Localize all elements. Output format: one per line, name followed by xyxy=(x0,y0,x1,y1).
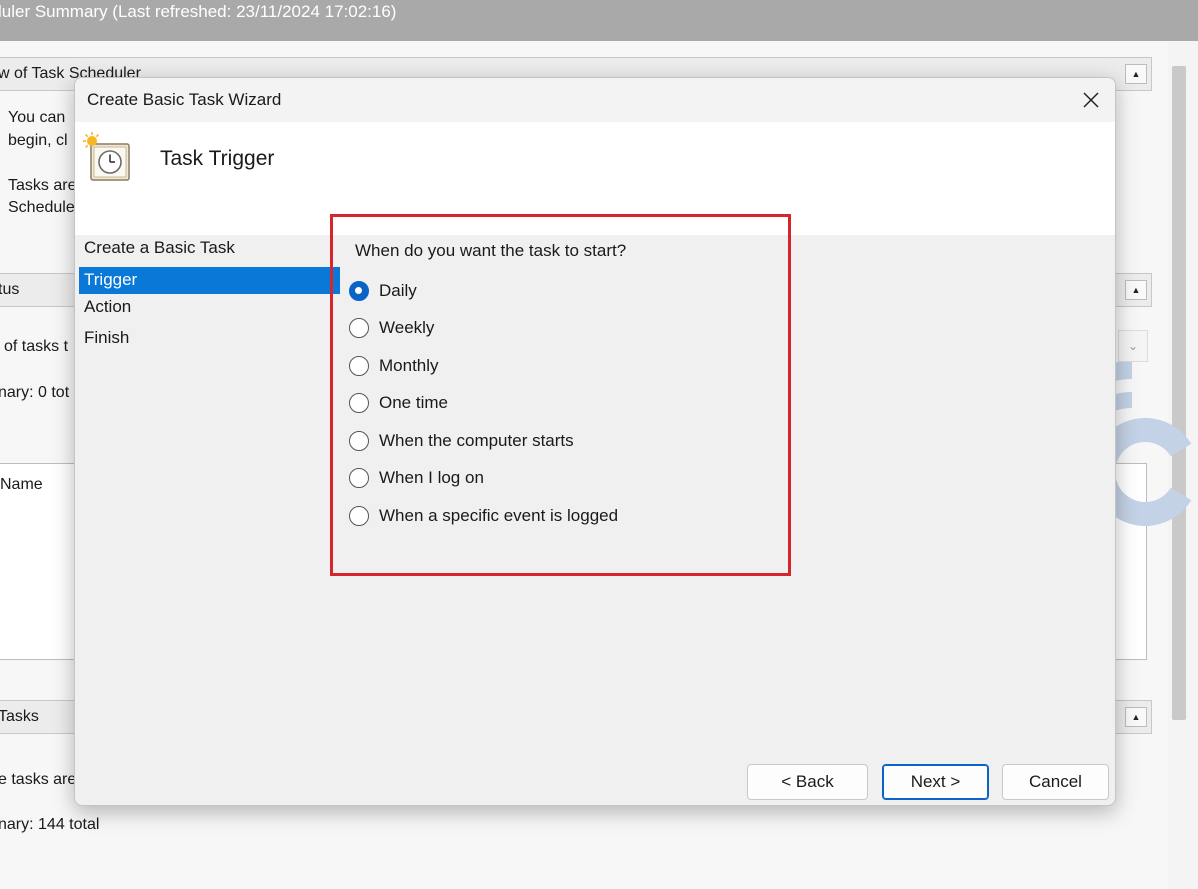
collapse-status-button[interactable]: ▲ xyxy=(1125,280,1147,300)
dialog-titlebar[interactable]: Create Basic Task Wizard xyxy=(75,78,1115,122)
overview-text-line: begin, cl xyxy=(8,132,68,149)
radio-button[interactable] xyxy=(349,431,369,451)
wizard-page-heading: Task Trigger xyxy=(160,147,275,170)
trigger-option-label: Weekly xyxy=(379,318,435,337)
overview-text-line: Tasks are xyxy=(8,177,77,194)
wizard-step-trigger[interactable]: Trigger xyxy=(79,266,340,294)
overview-text-line: Schedule xyxy=(8,199,75,216)
dialog-title: Create Basic Task Wizard xyxy=(87,90,282,109)
overview-text-line: You can xyxy=(8,109,66,126)
active-tasks-text-line: e tasks are xyxy=(0,771,77,788)
trigger-option-log-on[interactable]: When I log on xyxy=(349,465,484,491)
radio-button[interactable] xyxy=(349,318,369,338)
trigger-option-daily[interactable]: Daily xyxy=(349,278,417,304)
trigger-option-label: One time xyxy=(379,393,448,412)
wizard-step-create-basic-task[interactable]: Create a Basic Task xyxy=(79,235,340,267)
trigger-option-label: When I log on xyxy=(379,468,484,487)
status-text-line: of tasks t xyxy=(4,338,69,355)
wizard-step-finish[interactable]: Finish xyxy=(79,325,340,357)
collapse-overview-button[interactable]: ▲ xyxy=(1125,64,1147,84)
close-icon xyxy=(1083,92,1099,108)
radio-button[interactable] xyxy=(349,356,369,376)
wizard-step-action[interactable]: Action xyxy=(79,294,340,326)
trigger-option-monthly[interactable]: Monthly xyxy=(349,353,439,379)
create-basic-task-wizard-dialog: Create Basic Task Wizard Task Trigger Cr… xyxy=(74,77,1116,806)
status-period-dropdown[interactable]: ⌄ xyxy=(1118,330,1148,362)
trigger-option-label: Monthly xyxy=(379,356,439,375)
status-text-line: nary: 0 tot xyxy=(0,384,70,401)
trigger-option-weekly[interactable]: Weekly xyxy=(349,315,434,341)
trigger-option-computer-starts[interactable]: When the computer starts xyxy=(349,428,574,454)
radio-button[interactable] xyxy=(349,468,369,488)
radio-button-checked[interactable] xyxy=(349,281,369,301)
task-scheduler-clock-icon xyxy=(83,132,130,181)
radio-button[interactable] xyxy=(349,393,369,413)
trigger-option-label: When the computer starts xyxy=(379,431,574,450)
trigger-option-label: When a specific event is logged xyxy=(379,506,619,525)
background-window-title: luler Summary (Last refreshed: 23/11/202… xyxy=(0,2,397,21)
trigger-option-label: Daily xyxy=(379,281,417,300)
next-button[interactable]: Next > xyxy=(882,764,989,800)
name-column-header[interactable]: Name xyxy=(0,476,43,494)
wizard-steps-list: Create a Basic Task Trigger Action Finis… xyxy=(79,235,340,357)
back-button[interactable]: < Back xyxy=(747,764,868,800)
status-section-title: tus xyxy=(0,281,20,298)
trigger-option-one-time[interactable]: One time xyxy=(349,390,448,416)
cancel-button[interactable]: Cancel xyxy=(1002,764,1109,800)
active-tasks-text-line: nary: 144 total xyxy=(0,816,100,833)
active-tasks-section-title: Tasks xyxy=(0,708,39,725)
background-window-titlebar: luler Summary (Last refreshed: 23/11/202… xyxy=(0,0,1198,41)
radio-button[interactable] xyxy=(349,506,369,526)
trigger-question-label: When do you want the task to start? xyxy=(355,241,627,260)
collapse-active-tasks-button[interactable]: ▲ xyxy=(1125,707,1147,727)
wizard-header: Task Trigger xyxy=(75,122,1115,235)
trigger-option-event-logged[interactable]: When a specific event is logged xyxy=(349,503,618,529)
close-button[interactable] xyxy=(1067,78,1115,122)
